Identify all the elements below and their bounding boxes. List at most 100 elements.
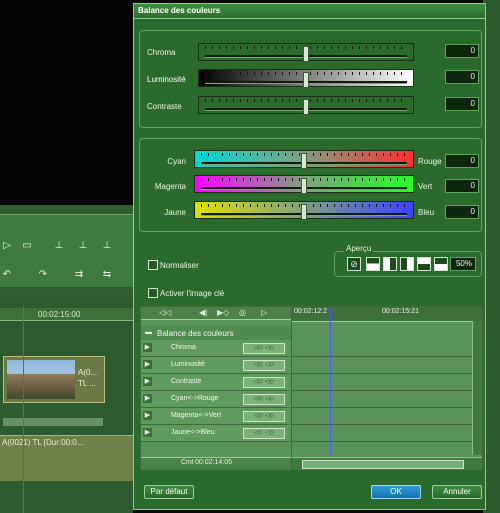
yellow-label: Jaune (164, 208, 186, 217)
kf-root-row[interactable]: ▬ Balance des couleurs (141, 326, 291, 340)
magenta-green-slider-thumb[interactable] (301, 178, 307, 194)
comment-icon[interactable]: ▭ (20, 240, 34, 252)
kf-row-controls[interactable]: ◁◇ ◁◇ (243, 377, 285, 388)
kf-next-icon[interactable]: ▷ (261, 308, 267, 317)
kf-delete-icon[interactable]: ◎ (239, 308, 246, 317)
preview-zoom[interactable]: 50% (450, 257, 476, 271)
kf-horizontal-scrollbar[interactable] (292, 457, 482, 470)
kf-row[interactable]: ▶ Jaune<->Bleu ◁◇ ◁◇ (141, 425, 289, 442)
kf-track-row[interactable] (292, 374, 472, 391)
kf-first-icon[interactable]: ◀| (199, 308, 207, 317)
preview-split-right-icon[interactable] (400, 257, 414, 271)
chroma-slider-thumb[interactable] (303, 46, 309, 62)
kf-add-icon[interactable]: ▶◇ (217, 308, 229, 317)
kf-row-controls[interactable]: ◁◇ ◁◇ (243, 411, 285, 422)
luminosity-label: Luminosité (147, 75, 186, 84)
kf-track-row[interactable] (292, 425, 472, 442)
normalize-checkbox[interactable] (148, 260, 158, 270)
activate-keyframe-checkbox[interactable] (148, 288, 158, 298)
dialog-title: Balance des couleurs (138, 6, 221, 15)
cmt-time: 00:02:14:05 (195, 459, 232, 466)
green-label: Vert (418, 182, 433, 191)
undo-icon[interactable]: ↶ (0, 269, 14, 281)
ok-button[interactable]: OK (371, 485, 421, 499)
default-button[interactable]: Par défaut (144, 485, 194, 499)
audio-track[interactable]: A(0021) TL [Dur:00:0... (0, 435, 133, 481)
contrast-label: Contraste (147, 102, 182, 111)
video-clip[interactable]: A(0... TL ... (3, 356, 105, 403)
yellow-blue-slider[interactable] (194, 201, 414, 220)
mark-out-icon[interactable]: ⊥ (76, 240, 90, 252)
kf-row-controls[interactable]: ◁◇ ◁◇ (243, 428, 285, 439)
preview-monitor (0, 0, 133, 205)
basic-adjust-panel: Chroma 0 Luminosité 0 Contraste 0 (139, 30, 482, 128)
kf-row-controls[interactable]: ◁◇ ◁◇ (243, 343, 285, 354)
normalize-label: Normaliser (160, 261, 199, 270)
expand-icon[interactable]: ▶ (143, 428, 152, 437)
keyframe-timeline[interactable]: 00:02:12:2 00:02:15:21 (291, 306, 483, 470)
expand-icon[interactable]: ▶ (143, 343, 152, 352)
redo-icon[interactable]: ↷ (36, 269, 50, 281)
cyan-red-slider-thumb[interactable] (301, 153, 307, 169)
mark-in-icon[interactable]: ⊥ (52, 240, 66, 252)
cmt-label: Cmt (181, 459, 194, 466)
contrast-slider-thumb[interactable] (303, 99, 309, 115)
kf-vertical-scrollbar[interactable] (472, 321, 482, 455)
expand-icon[interactable]: ▶ (143, 394, 152, 403)
contrast-value[interactable]: 0 (445, 97, 479, 111)
kf-row[interactable]: ▶ Chroma ◁◇ ◁◇ (141, 340, 289, 357)
timeline-playhead[interactable] (23, 305, 24, 513)
kf-track-row[interactable] (292, 357, 472, 374)
kf-row-controls[interactable]: ◁◇ ◁◇ (243, 360, 285, 371)
expand-icon[interactable]: ▶ (143, 377, 152, 386)
kf-playhead[interactable] (330, 307, 331, 455)
kf-row-controls[interactable]: ◁◇ ◁◇ (243, 394, 285, 405)
preview-split-bottom-icon[interactable] (434, 257, 448, 271)
split-icon[interactable]: ⇉ (72, 269, 86, 281)
keyframe-toolbar: ◁◁ ◀| ▶◇ ◎ ▷ (141, 307, 291, 320)
chroma-slider[interactable] (198, 43, 414, 62)
color-adjust-panel: Cyan Rouge 0 Magenta Vert 0 Jaune Bleu 0 (139, 138, 482, 232)
cyan-red-slider[interactable] (194, 150, 414, 169)
timeline-ruler[interactable]: 00:02:15:00 (0, 308, 133, 321)
yellow-blue-slider-thumb[interactable] (301, 204, 307, 220)
kf-row[interactable]: ▶ Magenta<->Vert ◁◇ ◁◇ (141, 408, 289, 425)
kf-row[interactable]: ▶ Contraste ◁◇ ◁◇ (141, 374, 289, 391)
kf-row[interactable]: ▶ Cyan<->Rouge ◁◇ ◁◇ (141, 391, 289, 408)
luminosity-slider-thumb[interactable] (303, 72, 309, 88)
luminosity-value[interactable]: 0 (445, 70, 479, 84)
yellow-blue-value[interactable]: 0 (445, 205, 479, 219)
cancel-button[interactable]: Annuler (432, 485, 482, 499)
chroma-value[interactable]: 0 (445, 44, 479, 58)
clip-bar (3, 418, 103, 426)
kf-ruler[interactable]: 00:02:12:2 00:02:15:21 (292, 307, 482, 322)
kf-prev-icon[interactable]: ◁◁ (159, 308, 171, 317)
mark-clip-icon[interactable]: ⊥ (100, 240, 114, 252)
kf-track-row[interactable] (292, 408, 472, 425)
cyan-red-value[interactable]: 0 (445, 154, 479, 168)
track-label: A(0021) TL [Dur:00:0... (2, 438, 84, 447)
ripple-icon[interactable]: ⇆ (100, 269, 114, 281)
red-label: Rouge (418, 157, 442, 166)
collapse-icon[interactable]: ▬ (145, 329, 152, 336)
kf-track-row[interactable] (292, 340, 472, 357)
luminosity-slider[interactable] (198, 69, 414, 88)
expand-icon[interactable]: ▶ (143, 360, 152, 369)
magenta-green-value[interactable]: 0 (445, 179, 479, 193)
kf-track-row[interactable] (292, 391, 472, 408)
kf-row[interactable]: ▶ Luminosité ◁◇ ◁◇ (141, 357, 289, 374)
preview-pin-icon[interactable]: ⊘ (347, 257, 361, 271)
chroma-label: Chroma (147, 48, 176, 57)
preview-split-top-icon[interactable] (417, 257, 431, 271)
kf-ruler-start: 00:02:12:2 (294, 308, 328, 315)
kf-root-label: Balance des couleurs (157, 329, 234, 338)
magenta-green-slider[interactable] (194, 175, 414, 194)
kf-scroll-thumb[interactable] (302, 460, 464, 469)
play-icon[interactable]: ▷ (0, 240, 14, 252)
preview-split-left-icon[interactable] (383, 257, 397, 271)
dialog-titlebar[interactable]: Balance des couleurs (134, 4, 485, 19)
preview-full-icon[interactable] (366, 257, 380, 271)
timeline-area (0, 300, 133, 513)
expand-icon[interactable]: ▶ (143, 411, 152, 420)
contrast-slider[interactable] (198, 96, 414, 115)
